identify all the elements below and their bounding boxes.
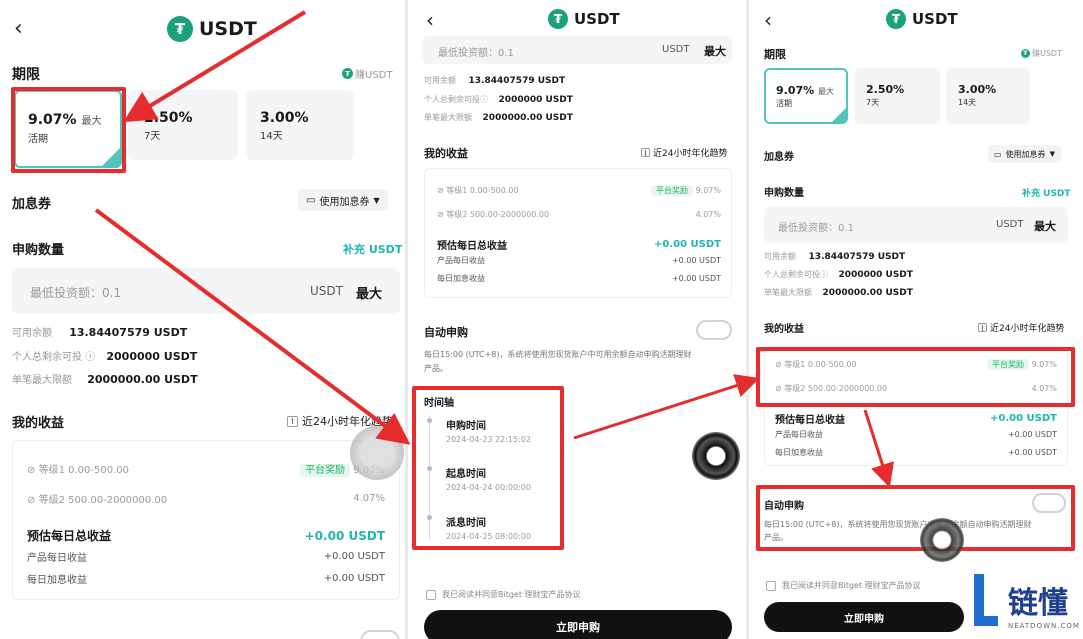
annotation-arrows: [94, 10, 894, 488]
tutorial-composite: ‹ ₮ USDT 期限 ₮ 赚USDT 9.07% 最大 活期 2.50% 7天…: [0, 0, 1083, 639]
arrow-to-term-card: [123, 10, 307, 123]
arrow-to-auto-subscribe: [863, 409, 894, 488]
arrow-to-earnings: [573, 374, 760, 440]
arrow-to-timeline: [94, 208, 411, 445]
